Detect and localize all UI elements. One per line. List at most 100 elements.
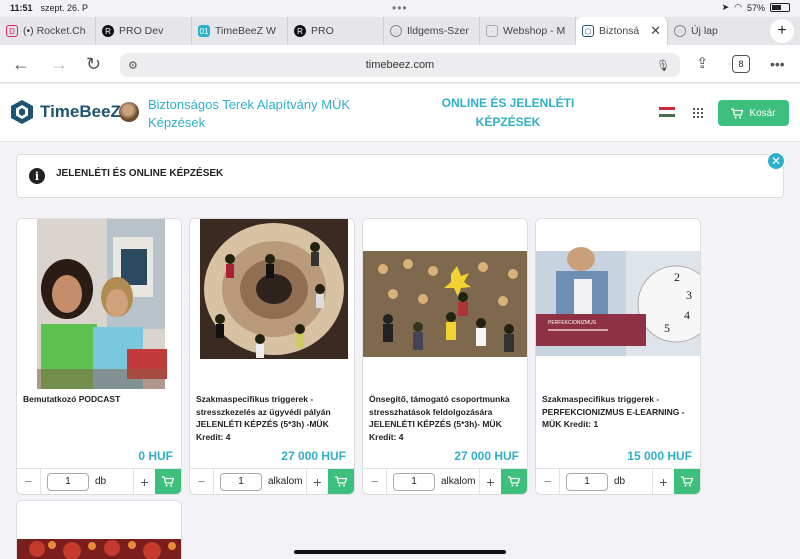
product-card[interactable]: Önsegítő, támogató csoportmunka stresszh…	[362, 218, 528, 495]
organization-name[interactable]: Biztonságos Terek Alapítvány MÜK Képzése…	[148, 96, 378, 132]
new-tab-button[interactable]: +	[770, 19, 794, 43]
tab-webshop[interactable]: · Webshop - M	[480, 17, 576, 45]
add-to-cart-button[interactable]	[155, 469, 181, 494]
tab-rocket-chat[interactable]: D (•) Rocket.Ch	[0, 17, 96, 45]
add-to-cart-button[interactable]	[328, 469, 354, 494]
increase-quantity-button[interactable]: +	[479, 469, 501, 494]
page-settings-icon[interactable]: ⚙	[128, 59, 138, 72]
location-icon: ➤	[721, 2, 730, 12]
add-cart-icon	[508, 476, 520, 487]
back-arrow-icon[interactable]: ←	[12, 54, 30, 75]
svg-text:3: 3	[686, 288, 692, 302]
svg-text:4: 4	[684, 308, 690, 322]
url-text: timebeez.com	[365, 59, 435, 71]
tab-pro-dev[interactable]: R PRO Dev	[96, 17, 192, 45]
hungarian-flag-icon[interactable]	[659, 107, 675, 117]
tab-label: Webshop - M	[503, 25, 566, 37]
cart-icon	[731, 107, 744, 118]
quantity-controls: − 1 alkalom +	[363, 468, 527, 494]
product-image-podcast[interactable]	[17, 219, 181, 389]
globe-icon: ◌	[674, 25, 686, 37]
add-to-cart-button[interactable]	[501, 469, 527, 494]
tab-label: TimeBeeZ W	[215, 25, 276, 37]
increase-quantity-button[interactable]: +	[306, 469, 328, 494]
product-card-partial[interactable]	[16, 500, 182, 559]
add-cart-icon	[162, 476, 174, 487]
product-card[interactable]: Bemutatkozó PODCAST 0 HUF − 1 db +	[16, 218, 182, 495]
cart-label: Kosár	[749, 107, 776, 119]
add-cart-icon	[681, 476, 693, 487]
tab-timebeez[interactable]: 01 TimeBeeZ W	[192, 17, 288, 45]
tab-label: Ildgems-Szer	[407, 25, 469, 37]
product-price: 27 000 HUF	[454, 449, 519, 463]
close-tab-icon[interactable]: ✕	[650, 23, 661, 39]
share-icon[interactable]: ⇪	[696, 54, 709, 72]
decrease-quantity-button[interactable]: −	[190, 469, 214, 494]
timebeez-logo[interactable]: TimeBeeZ	[10, 99, 121, 125]
quantity-input[interactable]: 1	[393, 472, 435, 491]
cart-button[interactable]: Kosár	[718, 100, 789, 126]
svg-text:2: 2	[674, 270, 680, 284]
product-image-pattern[interactable]	[17, 501, 182, 559]
product-price: 15 000 HUF	[627, 449, 692, 463]
quantity-input[interactable]: 1	[220, 472, 262, 491]
product-card[interactable]: 23 45 PERFEKCIONIZMUS Szakmaspecifikus tr…	[535, 218, 701, 495]
product-title[interactable]: Szakmaspecifikus triggerek - stresszkeze…	[196, 393, 350, 443]
tab-biztonsagos-active[interactable]: ⬡ Biztonsá ✕	[576, 17, 668, 45]
tab-label: PRO Dev	[119, 25, 164, 37]
quantity-input[interactable]: 1	[566, 472, 608, 491]
quantity-unit: db	[614, 476, 626, 487]
product-card[interactable]: Szakmaspecifikus triggerek - stresszkeze…	[189, 218, 355, 495]
product-title[interactable]: Bemutatkozó PODCAST	[23, 393, 177, 406]
add-cart-icon	[335, 476, 347, 487]
r-logo-icon: R	[102, 25, 114, 37]
page-headline: ONLINE ÉS JELENLÉTI KÉPZÉSEK	[441, 96, 575, 129]
quantity-controls: − 1 db +	[17, 468, 181, 494]
rocket-chat-icon: D	[6, 25, 18, 37]
product-title[interactable]: Szakmaspecifikus triggerek - PERFEKCIONI…	[542, 393, 696, 431]
tab-count: 8	[738, 59, 744, 69]
forward-arrow-icon[interactable]: →	[50, 54, 68, 75]
more-menu-icon[interactable]: •••	[770, 56, 785, 72]
tab-ildgems[interactable]: ◌ Ildgems-Szer	[384, 17, 480, 45]
microphone-icon[interactable]: 🎙	[656, 59, 670, 72]
product-image-stairs[interactable]	[190, 219, 354, 389]
tab-count-button[interactable]: 8	[732, 55, 750, 73]
tab-label: PRO	[311, 25, 334, 37]
site-header: TimeBeeZ Biztonságos Terek Alapítvány MÜ…	[0, 84, 800, 142]
quantity-input[interactable]: 1	[47, 472, 89, 491]
product-title[interactable]: Önsegítő, támogató csoportmunka stresszh…	[369, 393, 523, 443]
tab-label: (•) Rocket.Ch	[23, 25, 86, 37]
browser-toolbar: ← → ↻ ⚙ timebeez.com 🎙 ⇪ 8 •••	[0, 45, 800, 83]
r-logo-icon: R	[294, 25, 306, 37]
close-banner-button[interactable]: ✕	[767, 152, 785, 170]
status-time: 11:51	[10, 3, 33, 13]
tab-label: Új lap	[691, 25, 718, 37]
reload-icon[interactable]: ↻	[86, 54, 101, 75]
tab-pro[interactable]: R PRO	[288, 17, 384, 45]
decrease-quantity-button[interactable]: −	[17, 469, 41, 494]
add-to-cart-button[interactable]	[674, 469, 700, 494]
avatar[interactable]	[119, 102, 139, 122]
multitask-dots-icon[interactable]: •••	[392, 1, 408, 15]
increase-quantity-button[interactable]: +	[133, 469, 155, 494]
image-caption: PERFEKCIONIZMUS	[548, 320, 597, 326]
home-indicator[interactable]	[294, 550, 506, 554]
product-image-perfekcionizmus[interactable]: 23 45 PERFEKCIONIZMUS	[536, 219, 700, 389]
quantity-unit: db	[95, 476, 107, 487]
battery-icon	[770, 3, 790, 12]
decrease-quantity-button[interactable]: −	[363, 469, 387, 494]
product-image-group[interactable]	[363, 219, 527, 389]
product-price: 0 HUF	[138, 449, 173, 463]
tab-new-page[interactable]: ◌ Új lap	[668, 17, 748, 45]
globe-icon: ◌	[390, 25, 402, 37]
decrease-quantity-button[interactable]: −	[536, 469, 560, 494]
info-icon: i	[29, 168, 45, 184]
address-bar[interactable]: ⚙ timebeez.com 🎙	[120, 53, 680, 77]
status-date: szept. 26. P	[40, 3, 89, 13]
status-bar: 11:51 szept. 26. P ••• ➤ ◠ 57%	[0, 0, 800, 16]
quantity-unit: alkalom	[441, 476, 476, 487]
increase-quantity-button[interactable]: +	[652, 469, 674, 494]
apps-grid-icon[interactable]	[693, 108, 703, 118]
tab-bar: D (•) Rocket.Ch R PRO Dev 01 TimeBeeZ W …	[0, 17, 800, 45]
